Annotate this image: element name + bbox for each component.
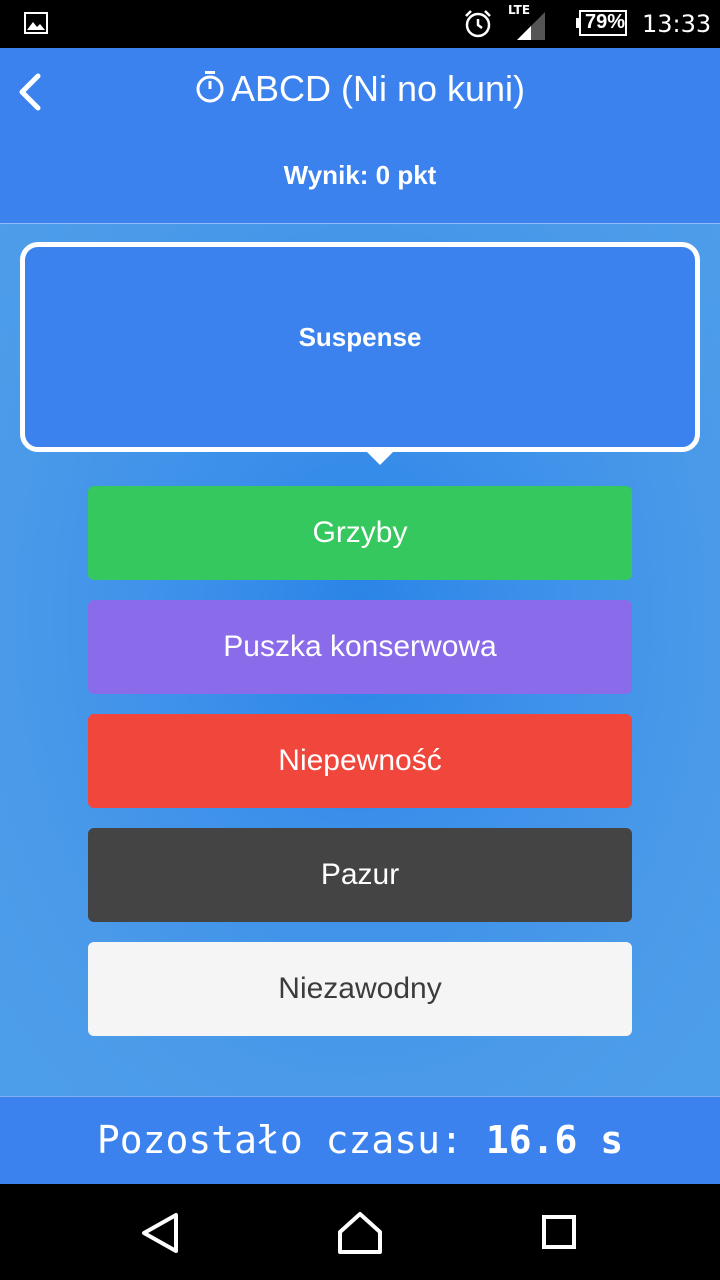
- timer-icon: [196, 71, 224, 103]
- answer-button-4[interactable]: Pazur: [88, 828, 632, 922]
- clock: 13:33: [642, 10, 712, 38]
- time-remaining-label: Pozostało czasu:: [96, 1118, 486, 1162]
- system-nav-bar: [0, 1184, 720, 1280]
- title-text: ABCD (Ni no kuni): [230, 68, 526, 109]
- alarm-icon: [465, 10, 491, 38]
- home-icon[interactable]: [335, 1208, 385, 1258]
- recent-apps-icon[interactable]: [535, 1208, 585, 1258]
- score-label: Wynik: 0 pkt: [283, 160, 437, 190]
- answer-button-3[interactable]: Niepewność: [88, 714, 632, 808]
- question-text: Suspense: [298, 321, 422, 352]
- quiz-area: Suspense Grzyby Puszka konserwowa Niepew…: [0, 224, 720, 1096]
- time-remaining-bar: Pozostało czasu: 16.6 s: [0, 1096, 720, 1184]
- status-bar: LTE 79% 13:33: [0, 0, 720, 48]
- question-card: Suspense: [20, 242, 700, 452]
- answer-button-1[interactable]: Grzyby: [88, 486, 632, 580]
- signal-icon: [517, 12, 545, 40]
- question-pointer: [366, 451, 394, 465]
- nav-back-icon[interactable]: [136, 1208, 186, 1258]
- time-remaining-value: 16.6 s: [485, 1118, 624, 1162]
- battery-level: 79%: [585, 11, 626, 33]
- gallery-icon: [24, 12, 48, 34]
- page-title: ABCD (Ni no kuni): [0, 68, 720, 110]
- answer-button-2[interactable]: Puszka konserwowa: [88, 600, 632, 694]
- answer-button-5[interactable]: Niezawodny: [88, 942, 632, 1036]
- app-header: ABCD (Ni no kuni) Wynik: 0 pkt: [0, 48, 720, 224]
